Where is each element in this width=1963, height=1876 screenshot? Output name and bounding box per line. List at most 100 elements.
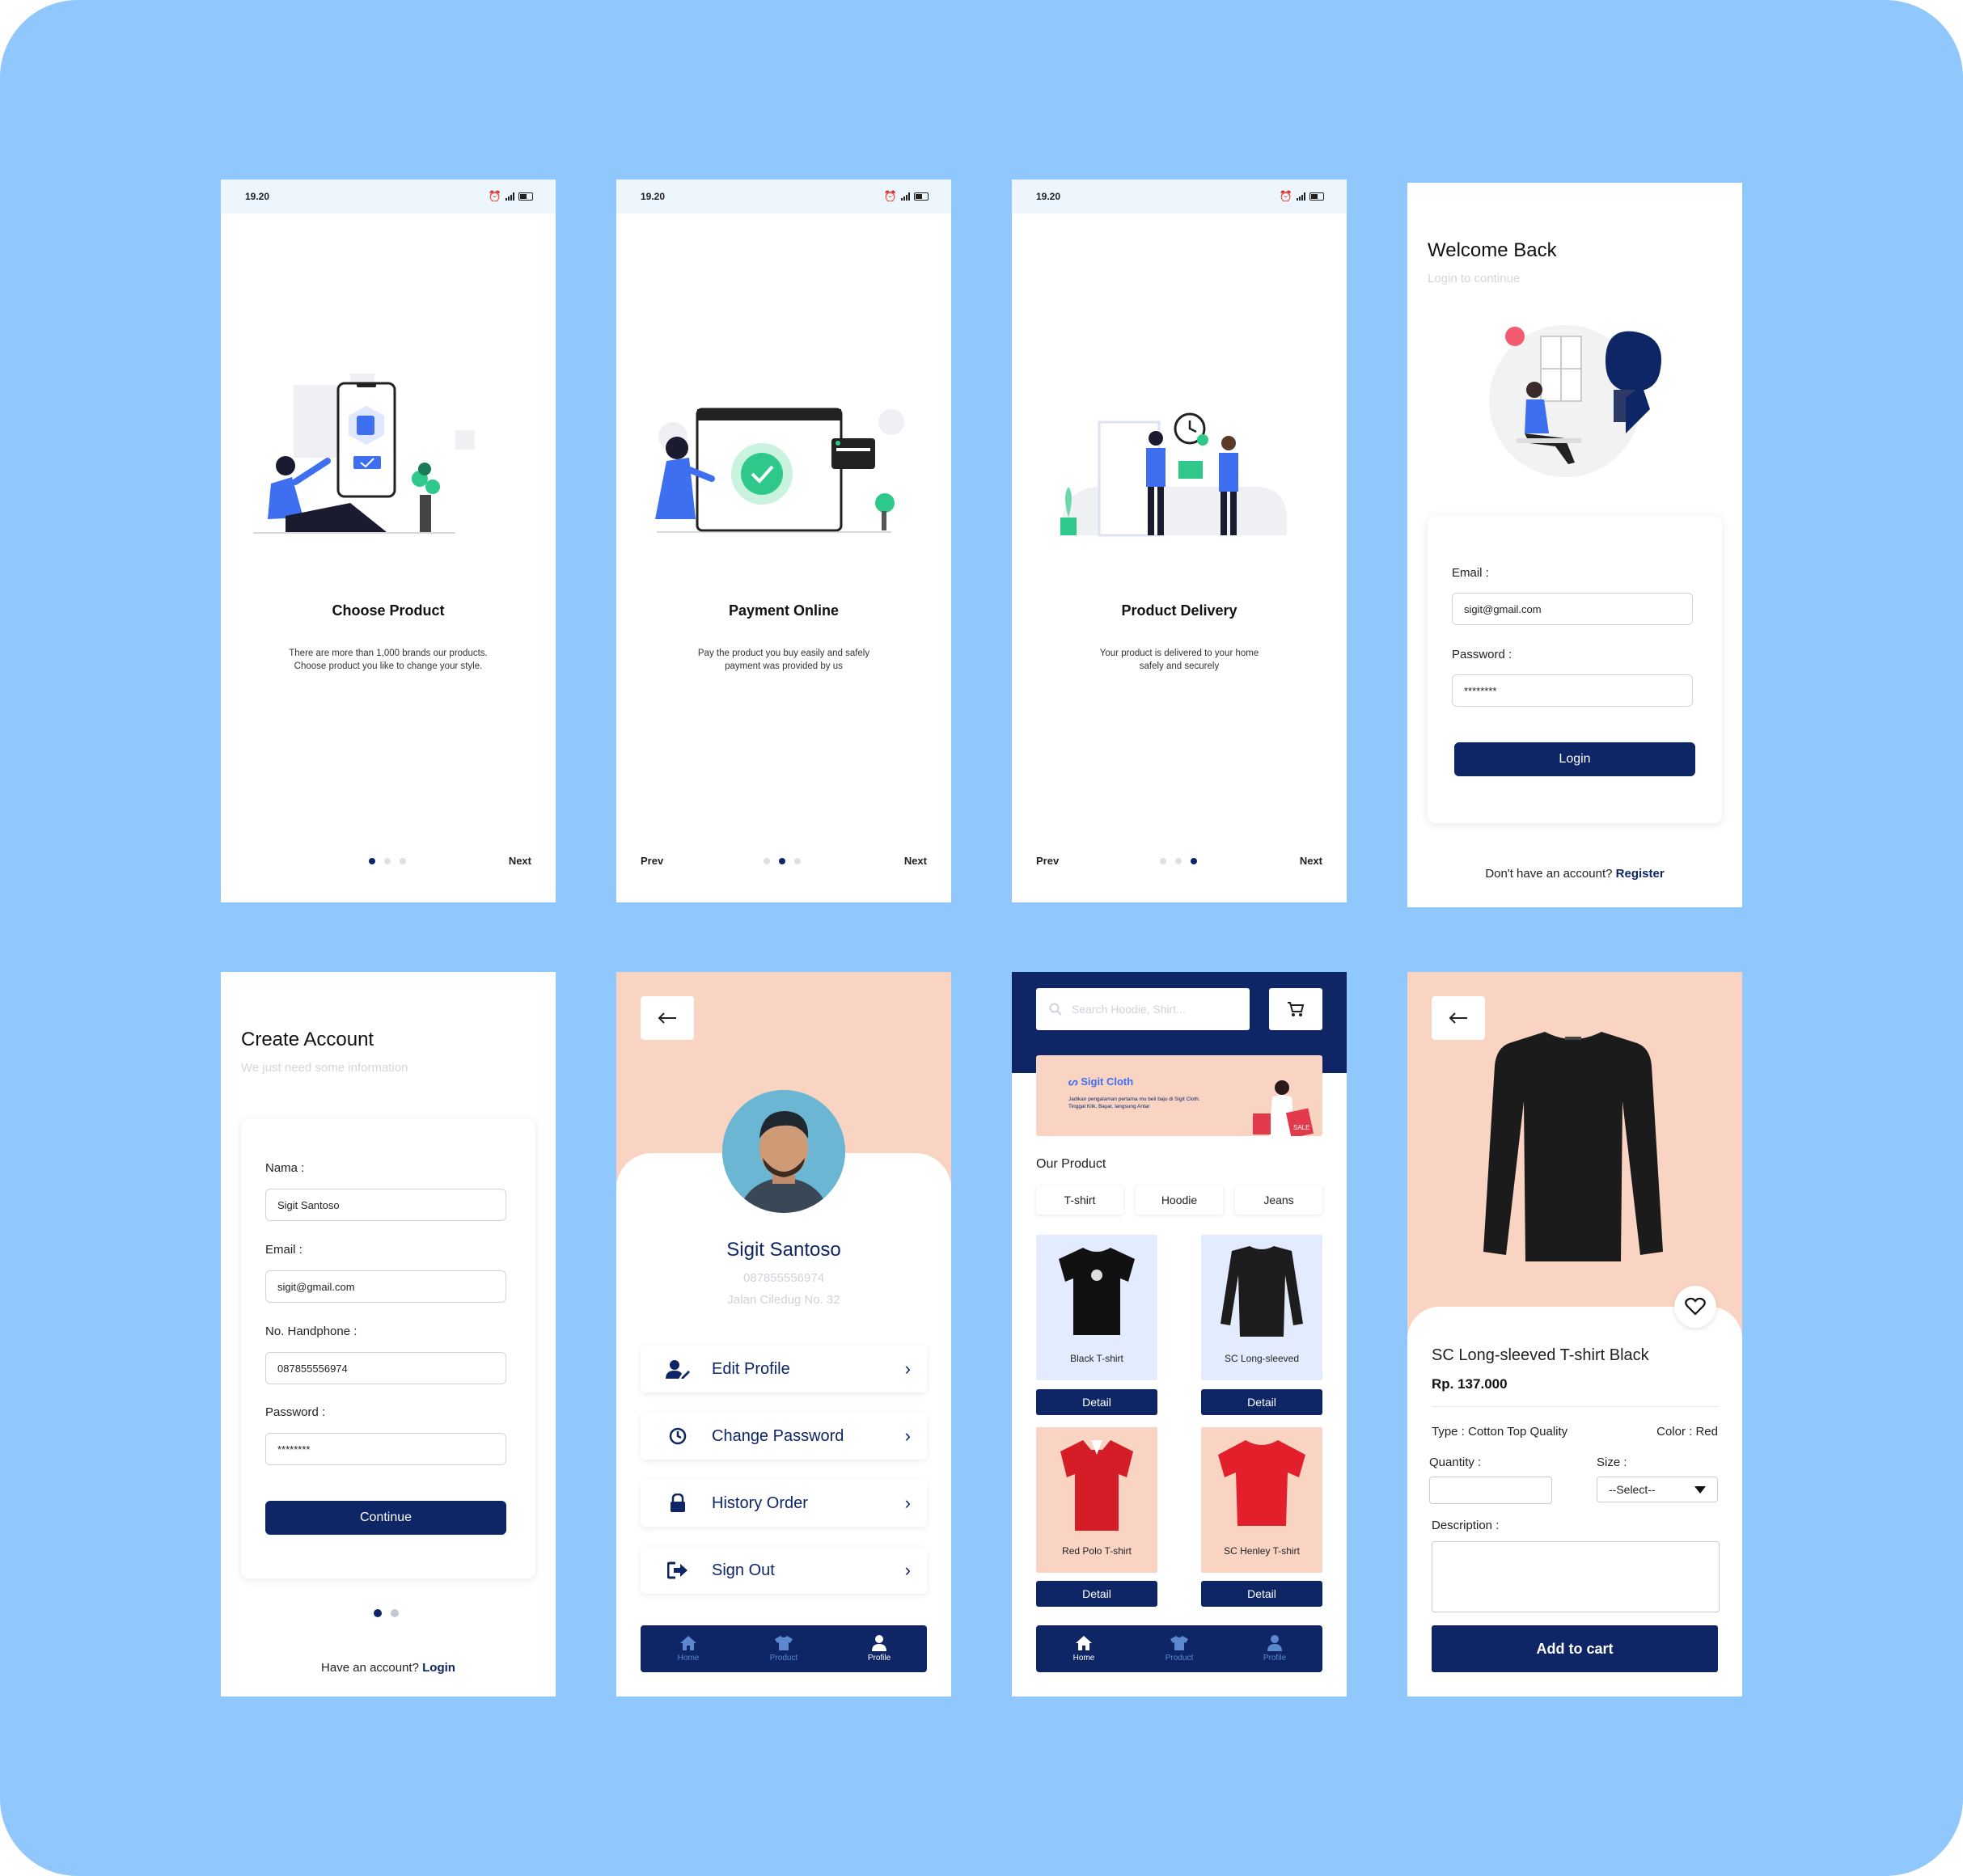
product-detail-screen: SC Long-sleeved T-shirt Black Rp. 137.00… <box>1407 972 1742 1696</box>
page-dot <box>794 858 801 864</box>
next-button[interactable]: Next <box>509 855 531 867</box>
prev-button[interactable]: Prev <box>1036 855 1059 867</box>
page-subtitle: Login to continue <box>1428 272 1521 285</box>
menu-history-order[interactable]: History Order › <box>641 1480 927 1527</box>
tab-jeans[interactable]: Jeans <box>1235 1185 1322 1215</box>
product-price: Rp. 137.000 <box>1432 1376 1508 1392</box>
next-button[interactable]: Next <box>904 855 927 867</box>
nav-home[interactable]: Home <box>1036 1625 1132 1672</box>
onboarding-description-line: payment was provided by us <box>725 661 843 671</box>
description-label: Description : <box>1432 1519 1500 1532</box>
avatar <box>722 1090 845 1213</box>
signal-icon <box>506 192 514 201</box>
page-title: Welcome Back <box>1428 239 1557 261</box>
product-name: SC Henley T-shirt <box>1224 1545 1300 1557</box>
back-button[interactable] <box>1432 996 1485 1040</box>
login-link[interactable]: Login <box>422 1661 455 1675</box>
tab-tshirt[interactable]: T-shirt <box>1036 1185 1123 1215</box>
back-button[interactable] <box>641 996 694 1040</box>
home-icon <box>1076 1636 1092 1650</box>
section-title: Our Product <box>1036 1157 1106 1171</box>
product-card-black-tshirt[interactable]: Black T-shirt <box>1036 1235 1157 1380</box>
choose-product-illustration <box>253 374 475 534</box>
page-dot-active <box>374 1609 382 1617</box>
signal-icon <box>1297 192 1305 201</box>
menu-label: Change Password <box>712 1426 844 1445</box>
detail-button[interactable]: Detail <box>1201 1581 1322 1607</box>
product-delivery-illustration <box>1060 412 1287 537</box>
cart-button[interactable] <box>1269 988 1322 1030</box>
signal-icon <box>901 192 910 201</box>
product-card-red-polo[interactable]: Red Polo T-shirt <box>1036 1427 1157 1573</box>
product-name: Black T-shirt <box>1070 1353 1123 1364</box>
status-time: 19.20 <box>1036 191 1061 202</box>
search-bar[interactable]: Search Hoodie, Shirt... <box>1036 988 1250 1030</box>
phone-label: No. Handphone : <box>265 1325 357 1338</box>
product-color: Color : Red <box>1656 1425 1718 1439</box>
phone-field[interactable]: 087855556974 <box>265 1352 506 1384</box>
product-card-long-sleeved[interactable]: SC Long-sleeved <box>1201 1235 1322 1380</box>
banner-line: Jadikan pengalaman pertama mu beli baju … <box>1068 1096 1200 1102</box>
profile-name: Sigit Santoso <box>726 1239 841 1261</box>
detail-button[interactable]: Detail <box>1036 1389 1157 1415</box>
nav-product[interactable]: Product <box>1132 1625 1227 1672</box>
product-card-henley[interactable]: SC Henley T-shirt <box>1201 1427 1322 1573</box>
quantity-input[interactable] <box>1429 1477 1552 1504</box>
register-prompt: Don't have an account? Register <box>1407 867 1742 881</box>
onboarding-description-line: Pay the product you buy easily and safel… <box>697 649 870 658</box>
onboarding-title: Choose Product <box>332 602 445 619</box>
register-link[interactable]: Register <box>1616 867 1665 881</box>
search-icon <box>1049 1003 1062 1016</box>
next-button[interactable]: Next <box>1300 855 1322 867</box>
page-title: Create Account <box>241 1029 374 1050</box>
onboarding-title: Product Delivery <box>1121 602 1237 619</box>
menu-sign-out[interactable]: Sign Out › <box>641 1547 927 1594</box>
description-textarea[interactable] <box>1432 1541 1720 1612</box>
battery-icon <box>914 192 929 201</box>
heart-icon <box>1685 1298 1706 1316</box>
add-to-cart-button[interactable]: Add to cart <box>1432 1625 1718 1672</box>
detail-button[interactable]: Detail <box>1036 1581 1157 1607</box>
chevron-right-icon: › <box>904 1493 911 1513</box>
name-field[interactable]: Sigit Santoso <box>265 1189 506 1221</box>
nav-profile[interactable]: Profile <box>831 1625 927 1672</box>
status-time: 19.20 <box>245 191 270 202</box>
status-bar: 19.20 ⏰ <box>616 180 951 213</box>
page-dot-active <box>779 858 785 864</box>
password-field[interactable]: ******** <box>265 1433 506 1465</box>
user-icon <box>872 1635 886 1651</box>
password-label: Password : <box>1452 648 1512 661</box>
email-label: Email : <box>1452 566 1489 580</box>
email-field[interactable]: sigit@gmail.com <box>265 1270 506 1303</box>
avatar-portrait <box>722 1090 845 1213</box>
banner-sale-tag: SALE <box>1293 1124 1309 1131</box>
banner-text: Jadikan pengalaman pertama mu beli baju … <box>1068 1096 1263 1110</box>
menu-change-password[interactable]: Change Password › <box>641 1413 927 1460</box>
menu-edit-profile[interactable]: Edit Profile › <box>641 1346 927 1392</box>
product-type: Type : Cotton Top Quality <box>1432 1425 1568 1439</box>
search-placeholder: Search Hoodie, Shirt... <box>1072 1003 1186 1016</box>
nav-profile[interactable]: Profile <box>1227 1625 1322 1672</box>
page-dot-active <box>1191 858 1197 864</box>
onboarding-screen-3: 19.20 ⏰ Product Delivery Your product is… <box>1012 180 1347 902</box>
nav-label: Profile <box>1263 1654 1287 1663</box>
login-screen: Welcome Back Login to continue Email : s… <box>1407 183 1742 907</box>
brand-logo-icon: ᔕ <box>1068 1075 1078 1088</box>
email-label: Email : <box>265 1243 302 1257</box>
size-select[interactable]: --Select-- <box>1597 1477 1718 1502</box>
password-field[interactable]: ******** <box>1452 674 1693 707</box>
promo-banner[interactable]: ᔕ Sigit Cloth Jadikan pengalaman pertama… <box>1036 1055 1322 1136</box>
prev-button[interactable]: Prev <box>641 855 663 867</box>
tab-hoodie[interactable]: Hoodie <box>1136 1185 1223 1215</box>
email-field[interactable]: sigit@gmail.com <box>1452 593 1693 625</box>
nav-home[interactable]: Home <box>641 1625 736 1672</box>
login-button[interactable]: Login <box>1454 742 1695 776</box>
nav-label: Home <box>677 1654 700 1663</box>
continue-button[interactable]: Continue <box>265 1501 506 1535</box>
alarm-icon: ⏰ <box>1279 190 1292 202</box>
banner-brand-row: ᔕ Sigit Cloth <box>1068 1075 1133 1088</box>
nav-product[interactable]: Product <box>736 1625 831 1672</box>
favorite-button[interactable] <box>1674 1286 1716 1328</box>
page-dot <box>1175 858 1182 864</box>
detail-button[interactable]: Detail <box>1201 1389 1322 1415</box>
